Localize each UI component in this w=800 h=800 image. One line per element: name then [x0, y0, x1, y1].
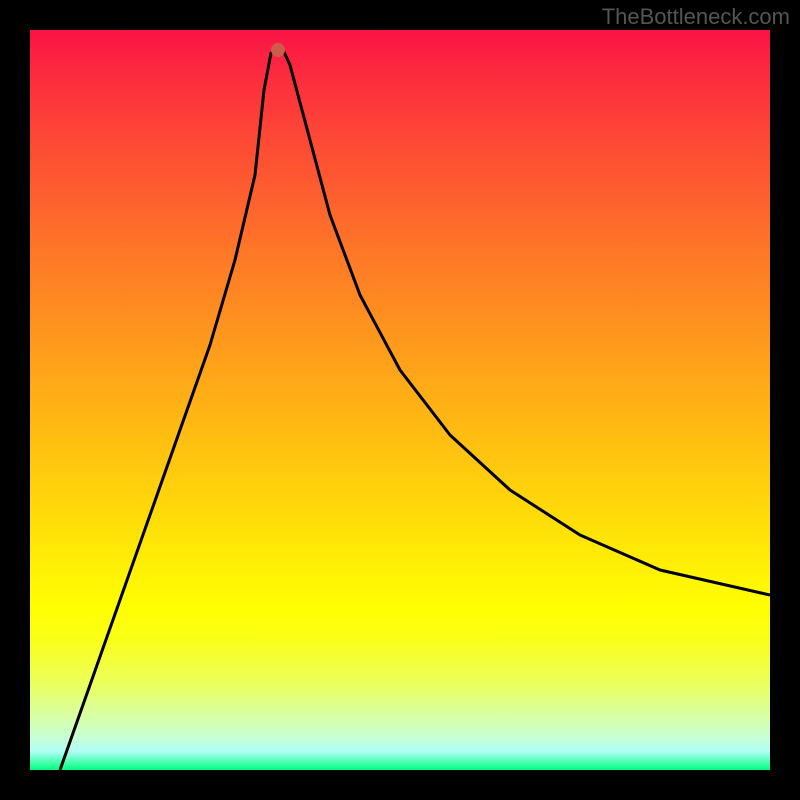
chart-plot-area — [30, 30, 770, 770]
chart-background-gradient — [30, 30, 770, 770]
watermark-text: TheBottleneck.com — [602, 4, 790, 30]
